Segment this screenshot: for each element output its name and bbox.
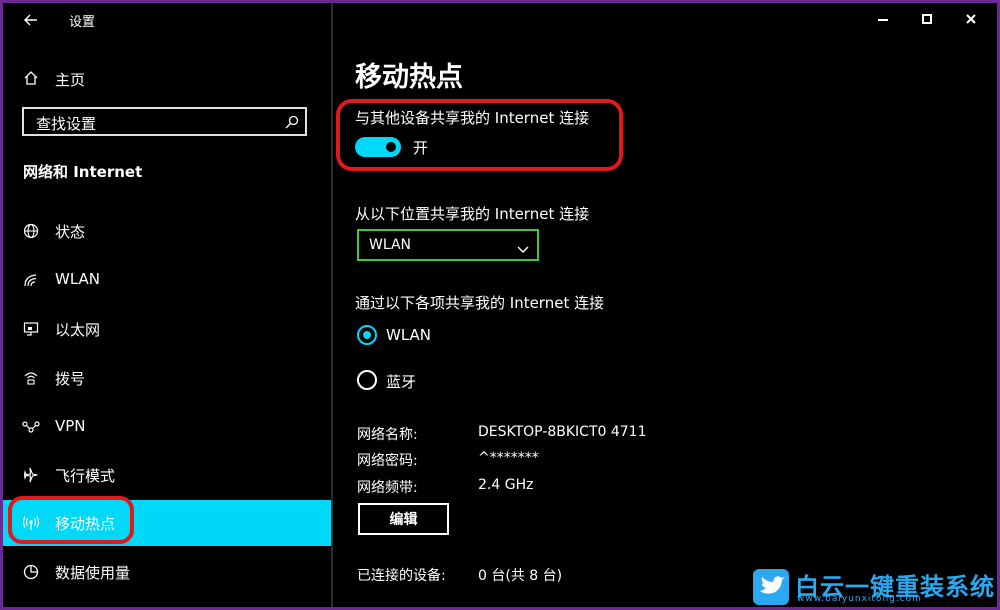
sidebar-item-label: 数据使用量 — [55, 564, 131, 582]
chevron-down-icon — [517, 239, 529, 258]
watermark-logo-icon — [753, 569, 789, 605]
home-icon — [23, 70, 39, 90]
sidebar-item-mobile-hotspot[interactable]: 移动热点 — [3, 500, 331, 546]
connected-devices-value: 0 台(共 8 台) — [478, 568, 563, 584]
network-band-key: 网络频带: — [357, 480, 418, 496]
globe-icon — [21, 222, 41, 240]
share-from-value: WLAN — [369, 237, 412, 253]
search-placeholder: 查找设置 — [36, 115, 97, 133]
wifi-icon — [21, 271, 41, 289]
ethernet-icon — [21, 320, 41, 338]
radio-wlan[interactable] — [357, 325, 377, 345]
page-title: 移动热点 — [355, 62, 463, 93]
back-button[interactable] — [17, 9, 45, 31]
share-over-label: 通过以下各项共享我的 Internet 连接 — [355, 294, 605, 312]
connected-devices-key: 已连接的设备: — [357, 568, 446, 584]
sidebar-item-label: VPN — [55, 417, 86, 435]
network-band-value: 2.4 GHz — [478, 477, 534, 493]
watermark: 白云一键重装系统 www.baiyunxitong.com — [753, 565, 997, 607]
sidebar-item-label: 拨号 — [55, 370, 86, 388]
sidebar-item-ethernet[interactable]: 以太网 — [3, 306, 331, 352]
data-usage-icon — [21, 563, 41, 581]
sidebar-item-dialup[interactable]: 拨号 — [3, 355, 331, 401]
radio-bluetooth[interactable] — [357, 370, 377, 390]
minimize-button[interactable] — [863, 7, 903, 31]
airplane-icon — [21, 466, 41, 484]
main-content: 移动热点 与其他设备共享我的 Internet 连接 开 从以下位置共享我的 I… — [333, 3, 997, 607]
section-title: 网络和 Internet — [23, 163, 143, 181]
back-arrow-icon — [24, 14, 37, 26]
close-icon — [966, 14, 976, 24]
radio-bluetooth-label: 蓝牙 — [386, 373, 417, 391]
network-password-key: 网络密码: — [357, 453, 418, 469]
maximize-icon — [922, 14, 932, 24]
title-bar-left: 设置 — [3, 3, 331, 39]
sidebar-item-home[interactable]: 主页 — [3, 61, 331, 97]
sidebar: 设置 主页 查找设置 网络和 Internet 状态 WLAN 以太网 拨号 V… — [3, 3, 333, 607]
sidebar-item-label: 移动热点 — [55, 515, 116, 533]
toggle-state-label: 开 — [413, 139, 429, 157]
radio-wlan-label: WLAN — [386, 326, 432, 344]
sidebar-item-label: 以太网 — [55, 321, 101, 339]
app-title: 设置 — [69, 15, 96, 30]
dialup-icon — [21, 369, 41, 387]
sidebar-item-label: 主页 — [55, 71, 86, 89]
hotspot-toggle[interactable] — [355, 137, 401, 157]
sidebar-item-label: 状态 — [55, 223, 86, 241]
edit-button[interactable]: 编辑 — [358, 503, 449, 535]
search-input[interactable]: 查找设置 — [22, 107, 307, 136]
watermark-url: www.baiyunxitong.com — [797, 594, 922, 604]
share-from-select[interactable]: WLAN — [357, 229, 539, 261]
sidebar-item-label: WLAN — [55, 270, 101, 288]
sidebar-item-status[interactable]: 状态 — [3, 208, 331, 254]
search-icon — [285, 114, 299, 133]
toggle-knob — [386, 142, 396, 152]
sidebar-item-data-usage[interactable]: 数据使用量 — [3, 549, 331, 595]
share-from-label: 从以下位置共享我的 Internet 连接 — [355, 205, 590, 223]
network-name-value: DESKTOP-8BKICT0 4711 — [478, 424, 647, 440]
sidebar-item-airplane-mode[interactable]: 飞行模式 — [3, 452, 331, 498]
settings-window: 设置 主页 查找设置 网络和 Internet 状态 WLAN 以太网 拨号 V… — [0, 0, 1000, 610]
network-password-value: ^******* — [478, 450, 539, 466]
sidebar-item-vpn[interactable]: VPN — [3, 404, 331, 450]
sidebar-item-wlan[interactable]: WLAN — [3, 257, 331, 303]
maximize-button[interactable] — [907, 7, 947, 31]
sidebar-item-label: 飞行模式 — [55, 467, 116, 485]
share-label: 与其他设备共享我的 Internet 连接 — [355, 109, 590, 127]
minimize-icon — [878, 19, 888, 21]
close-button[interactable] — [951, 7, 991, 31]
hotspot-icon — [21, 514, 41, 532]
network-name-key: 网络名称: — [357, 427, 418, 443]
vpn-icon — [21, 418, 41, 436]
